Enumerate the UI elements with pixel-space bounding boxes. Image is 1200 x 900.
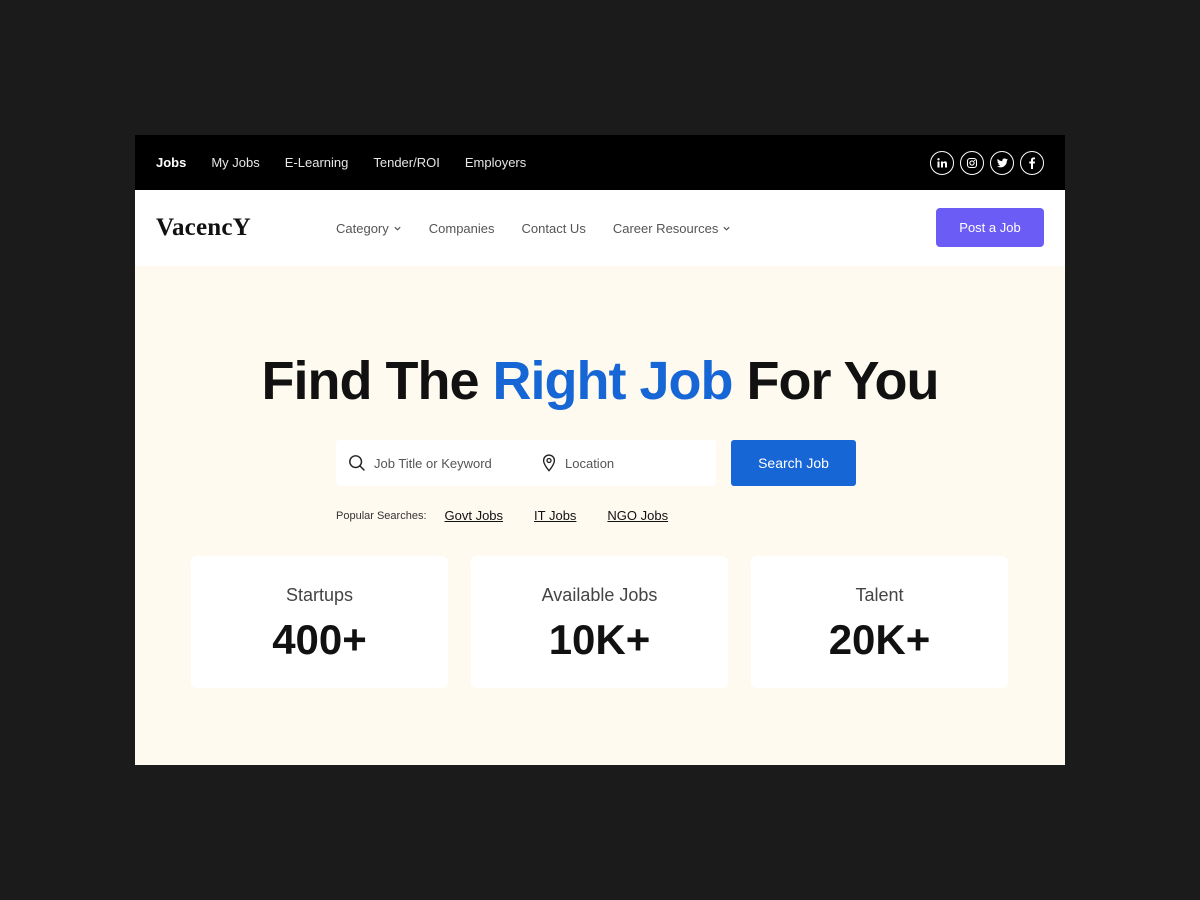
location-pin-icon xyxy=(542,454,556,472)
top-nav-e-learning[interactable]: E-Learning xyxy=(285,155,349,170)
post-job-button[interactable]: Post a Job xyxy=(936,208,1044,247)
keyword-input[interactable] xyxy=(374,455,514,471)
stat-label: Talent xyxy=(855,585,904,605)
popular-searches: Popular Searches: Govt Jobs IT Jobs NGO … xyxy=(336,508,699,523)
main-header: VacencY Category Companies Contact Us Ca… xyxy=(135,190,1065,266)
stat-value: 10K+ xyxy=(548,616,651,663)
search-box xyxy=(336,440,716,486)
location-field xyxy=(529,440,705,486)
search-job-button[interactable]: Search Job xyxy=(731,440,856,486)
popular-link-it-jobs[interactable]: IT Jobs xyxy=(534,508,576,523)
keyword-field xyxy=(336,440,529,486)
top-nav-jobs[interactable]: Jobs xyxy=(156,155,186,170)
top-nav-employers[interactable]: Employers xyxy=(465,155,526,170)
hero-title-pre: Find The xyxy=(261,351,493,411)
stat-label: Startups xyxy=(285,585,354,605)
popular-link-govt-jobs[interactable]: Govt Jobs xyxy=(445,508,504,523)
brand-logo[interactable]: VacencY xyxy=(156,214,336,242)
hero-title-post: For You xyxy=(732,351,939,411)
page-frame: Jobs My Jobs E-Learning Tender/ROI Emplo… xyxy=(135,135,1065,765)
facebook-icon[interactable] xyxy=(1020,150,1044,175)
twitter-icon[interactable] xyxy=(990,150,1014,175)
popular-searches-label: Popular Searches: xyxy=(336,509,427,522)
stat-card-available-jobs: Available Jobs 10K+ xyxy=(471,556,728,688)
instagram-icon[interactable] xyxy=(960,150,984,175)
stat-card-talent: Talent 20K+ xyxy=(751,556,1008,688)
main-nav: Category Companies Contact Us Career Res… xyxy=(336,221,731,236)
nav-companies[interactable]: Companies xyxy=(429,221,495,236)
nav-category[interactable]: Category xyxy=(336,221,402,236)
nav-category-label: Category xyxy=(336,220,389,236)
linkedin-icon[interactable] xyxy=(930,150,954,175)
stats-row: Startups 400+ Available Jobs 10K+ Talent… xyxy=(191,556,1008,688)
chevron-down-icon xyxy=(394,226,401,231)
nav-career-resources-label: Career Resources xyxy=(612,220,719,236)
hero-title: Find The Right Job For You xyxy=(135,350,1065,412)
top-bar: Jobs My Jobs E-Learning Tender/ROI Emplo… xyxy=(135,135,1065,190)
popular-link-ngo-jobs[interactable]: NGO Jobs xyxy=(607,508,668,523)
stat-card-startups: Startups 400+ xyxy=(191,556,448,688)
top-nav-tender-roi[interactable]: Tender/ROI xyxy=(373,155,439,170)
location-input[interactable] xyxy=(565,455,705,471)
stat-value: 400+ xyxy=(272,616,367,663)
stat-label: Available Jobs xyxy=(541,585,658,605)
nav-contact-us[interactable]: Contact Us xyxy=(522,221,586,236)
search-icon xyxy=(349,455,365,471)
chevron-down-icon xyxy=(723,226,730,231)
top-nav-my-jobs[interactable]: My Jobs xyxy=(211,155,259,170)
stat-value: 20K+ xyxy=(828,616,931,663)
nav-career-resources[interactable]: Career Resources xyxy=(613,221,732,236)
hero-title-accent: Right Job xyxy=(492,351,734,411)
top-nav: Jobs My Jobs E-Learning Tender/ROI Emplo… xyxy=(156,155,551,170)
social-links xyxy=(930,150,1044,175)
